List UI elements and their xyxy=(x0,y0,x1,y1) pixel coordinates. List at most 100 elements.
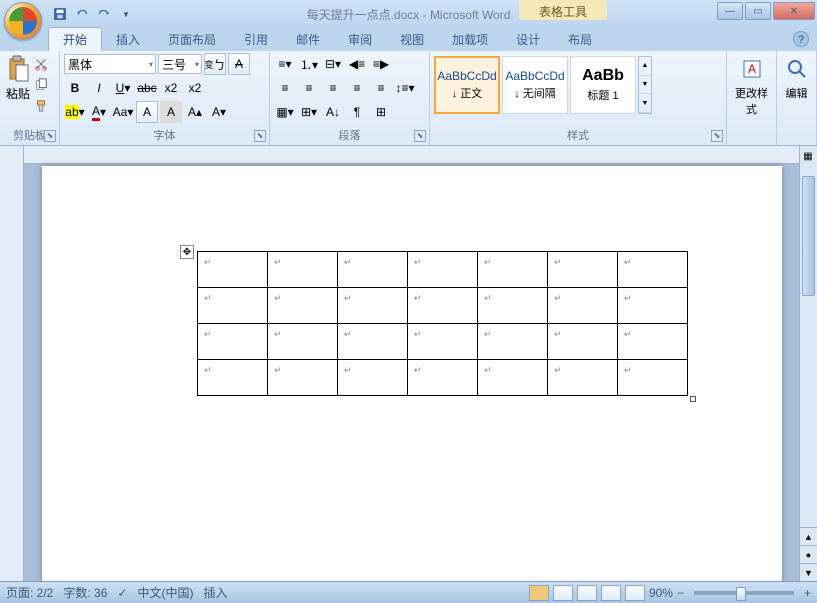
minimize-button[interactable]: — xyxy=(717,2,743,20)
strikethrough-button[interactable]: abc xyxy=(136,77,158,99)
styles-launcher[interactable]: ⬊ xyxy=(711,130,723,142)
paragraph-group-label: 段落 xyxy=(270,127,429,143)
tab-layout[interactable]: 布局 xyxy=(554,28,606,51)
paste-button[interactable]: 粘贴 xyxy=(4,53,32,125)
status-page[interactable]: 页面: 2/2 xyxy=(6,584,53,601)
ruler-toggle[interactable]: ▦ xyxy=(799,146,817,166)
multilevel-button[interactable]: ⊟▾ xyxy=(322,53,344,75)
tab-view[interactable]: 视图 xyxy=(386,28,438,51)
style-no-spacing[interactable]: AaBbCcDd ↓ 无间隔 xyxy=(502,56,568,114)
table-resize-handle[interactable] xyxy=(690,396,696,402)
document-page[interactable]: ✥ xyxy=(42,166,782,581)
style-heading1[interactable]: AaBb 标题 1 xyxy=(570,56,636,114)
copy-button[interactable] xyxy=(34,78,48,95)
format-painter-button[interactable] xyxy=(34,99,48,116)
horizontal-ruler[interactable] xyxy=(24,146,799,164)
clipboard-launcher[interactable]: ⬊ xyxy=(44,130,56,142)
shading-button[interactable]: ▦▾ xyxy=(274,101,296,123)
tab-insert[interactable]: 插入 xyxy=(102,28,154,51)
align-center-button[interactable]: ≡ xyxy=(298,77,320,99)
tab-addins[interactable]: 加载项 xyxy=(438,28,502,51)
underline-button[interactable]: U ▾ xyxy=(112,77,134,99)
borders-button[interactable]: ⊞▾ xyxy=(298,101,320,123)
cut-button[interactable] xyxy=(34,57,48,74)
style-gallery-spinner[interactable]: ▲▼▼ xyxy=(638,56,652,114)
font-group-label: 字体 xyxy=(60,127,269,143)
font-size-combo[interactable]: 三号 xyxy=(158,54,202,74)
zoom-slider[interactable] xyxy=(694,591,794,595)
decrease-indent-button[interactable]: ◀≡ xyxy=(346,53,368,75)
maximize-button[interactable]: ▭ xyxy=(745,2,771,20)
view-web[interactable] xyxy=(577,585,597,601)
char-border-button[interactable]: A xyxy=(136,101,158,123)
styles-group-label: 样式 xyxy=(430,127,726,143)
line-spacing-button[interactable]: ↕≡▾ xyxy=(394,77,416,99)
prev-page-button[interactable]: ▲ xyxy=(800,527,817,545)
ribbon: 粘贴 剪贴板 ⬊ 黑体 三号 变ㄅ A B I U ▾ abc x2 x2 ab… xyxy=(0,51,817,146)
table-move-handle[interactable]: ✥ xyxy=(180,245,194,259)
close-button[interactable]: ✕ xyxy=(773,2,815,20)
tab-mailings[interactable]: 邮件 xyxy=(282,28,334,51)
font-name-combo[interactable]: 黑体 xyxy=(64,54,156,74)
next-page-button[interactable]: ▼ xyxy=(800,563,817,581)
tab-design[interactable]: 设计 xyxy=(502,28,554,51)
justify-button[interactable]: ≡ xyxy=(346,77,368,99)
status-mode[interactable]: 插入 xyxy=(203,584,227,601)
zoom-out-button[interactable]: − xyxy=(677,586,684,600)
office-button[interactable] xyxy=(4,2,42,40)
help-button[interactable]: ? xyxy=(793,31,809,47)
bold-button[interactable]: B xyxy=(64,77,86,99)
document-viewport[interactable]: ✥ xyxy=(24,146,799,581)
vertical-ruler[interactable] xyxy=(0,146,24,581)
grow-font-button[interactable]: A▴ xyxy=(184,101,206,123)
char-shading-button[interactable]: A xyxy=(160,101,182,123)
zoom-in-button[interactable]: + xyxy=(804,586,811,600)
proofing-icon[interactable]: ✓ xyxy=(117,586,127,600)
superscript-button[interactable]: x2 xyxy=(184,77,206,99)
phonetic-guide-button[interactable]: 变ㄅ xyxy=(204,53,226,75)
tab-page-layout[interactable]: 页面布局 xyxy=(154,28,230,51)
clear-format-button[interactable]: A xyxy=(228,53,250,75)
change-styles-button[interactable]: A 更改样式 xyxy=(731,53,772,125)
distribute-button[interactable]: ≡ xyxy=(370,77,392,99)
font-launcher[interactable]: ⬊ xyxy=(254,130,266,142)
align-left-button[interactable]: ≡ xyxy=(274,77,296,99)
numbering-button[interactable]: ⒈▾ xyxy=(298,53,320,75)
qat-save[interactable] xyxy=(50,4,70,24)
view-print-layout[interactable] xyxy=(529,585,549,601)
browse-object-button[interactable]: ● xyxy=(800,545,817,563)
paragraph-launcher[interactable]: ⬊ xyxy=(414,130,426,142)
subscript-button[interactable]: x2 xyxy=(160,77,182,99)
zoom-level[interactable]: 90% xyxy=(649,586,673,600)
style-normal[interactable]: AaBbCcDd ↓ 正文 xyxy=(434,56,500,114)
font-color-button[interactable]: A▾ xyxy=(88,101,110,123)
status-bar: 页面: 2/2 字数: 36 ✓ 中文(中国) 插入 90% − + xyxy=(0,581,817,603)
italic-button[interactable]: I xyxy=(88,77,110,99)
show-marks-button[interactable]: ¶ xyxy=(346,101,368,123)
view-draft[interactable] xyxy=(625,585,645,601)
scroll-thumb[interactable] xyxy=(802,176,815,296)
highlight-button[interactable]: ab▾ xyxy=(64,101,86,123)
view-outline[interactable] xyxy=(601,585,621,601)
status-language[interactable]: 中文(中国) xyxy=(137,584,193,601)
tab-review[interactable]: 审阅 xyxy=(334,28,386,51)
svg-text:A: A xyxy=(747,62,755,76)
qat-undo[interactable] xyxy=(72,4,92,24)
shrink-font-button[interactable]: A▾ xyxy=(208,101,230,123)
vertical-scrollbar[interactable]: ▦ ▲ ● ▼ xyxy=(799,146,817,581)
document-table[interactable] xyxy=(197,251,688,396)
find-button[interactable]: 编辑 xyxy=(781,53,812,125)
sort-button[interactable]: A↓ xyxy=(322,101,344,123)
qat-customize[interactable]: ▼ xyxy=(116,4,136,24)
qat-redo[interactable] xyxy=(94,4,114,24)
tab-home[interactable]: 开始 xyxy=(48,27,102,51)
snap-grid-button[interactable]: ⊞ xyxy=(370,101,392,123)
increase-indent-button[interactable]: ≡▶ xyxy=(370,53,392,75)
tab-references[interactable]: 引用 xyxy=(230,28,282,51)
align-right-button[interactable]: ≡ xyxy=(322,77,344,99)
view-fullscreen[interactable] xyxy=(553,585,573,601)
change-case-button[interactable]: Aa▾ xyxy=(112,101,134,123)
status-words[interactable]: 字数: 36 xyxy=(63,584,107,601)
bullets-button[interactable]: ≡▾ xyxy=(274,53,296,75)
ribbon-tabs: 开始 插入 页面布局 引用 邮件 审阅 视图 加载项 设计 布局 ? xyxy=(0,28,817,51)
